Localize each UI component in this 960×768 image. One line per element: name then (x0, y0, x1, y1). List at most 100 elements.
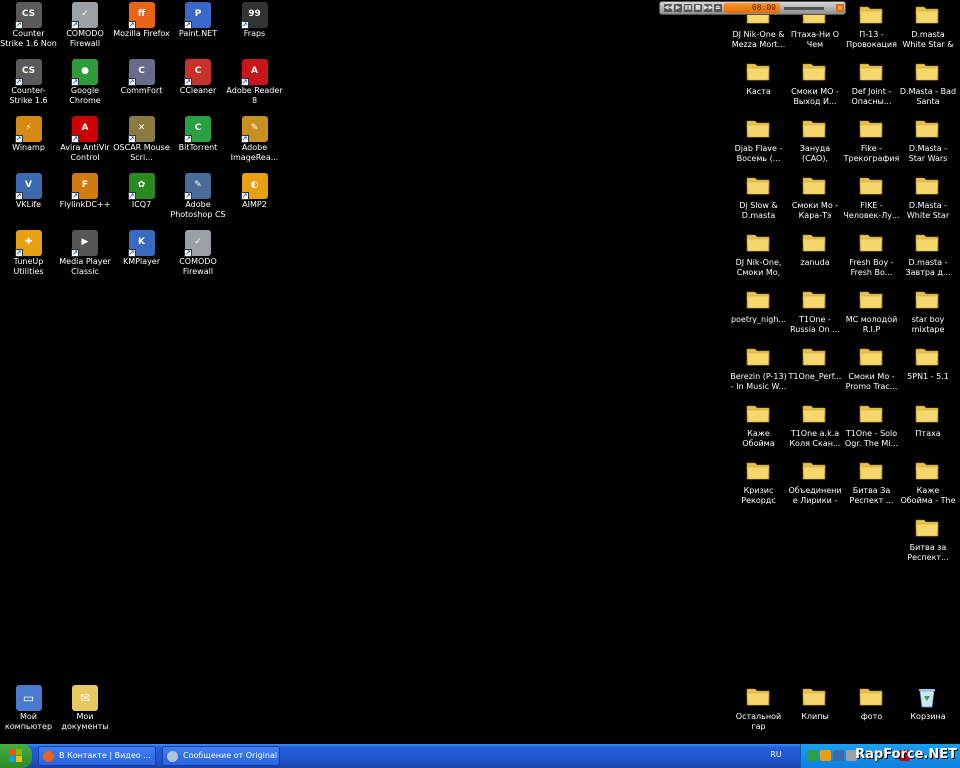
folder-item[interactable]: Def Joint - Опасны... (843, 60, 900, 107)
folder-item[interactable]: poetry_nigh... (730, 288, 787, 325)
folder-item[interactable]: star boy mixtape (900, 288, 957, 335)
desktop-icon-avira[interactable]: A↗Avira AntiVir Control Center (57, 116, 114, 163)
desktop-icon-paint[interactable]: P ↗ Paint.NET (170, 2, 227, 39)
language-indicator[interactable]: RU (768, 748, 784, 762)
desktop-icon-computer[interactable]: ▭ Мой компьютер (0, 685, 57, 732)
folder-icon (915, 348, 939, 366)
icon-label: COMODO Firewall (66, 29, 104, 48)
folder-item[interactable]: FIKE - Человек-Лу... (843, 174, 900, 221)
player-control-button[interactable]: ■ (694, 4, 702, 12)
folder-item[interactable]: Berezin (P-13) - In Music W... (730, 345, 787, 392)
folder-item[interactable]: Смоки Мо - Кара-Тэ (787, 174, 844, 221)
folder-item[interactable]: D.Masta - Bad Santa (900, 60, 957, 107)
folder-item[interactable]: Клипы (787, 685, 844, 722)
icon-label: Dj Slow & D.masta Whi... (739, 201, 778, 220)
desktop-icon-imageready[interactable]: ✎ ↗ Adobe ImageRea... (226, 116, 283, 163)
player-control-button[interactable]: ▶ (674, 4, 682, 12)
folder-item[interactable]: T1One_Perf... (787, 345, 844, 382)
desktop-icon-commfort[interactable]: C ↗ CommFort (113, 59, 170, 96)
desktop-icon-shield[interactable]: ✓ ↗ COMODO Firewall (57, 2, 114, 49)
folder-item[interactable]: Каже Обойма (730, 402, 787, 449)
desktop-icon-media-player[interactable]: ▶ ↗ Media Player Classic (57, 230, 114, 277)
icon-label: Counter-Strike 1.6 (9, 86, 48, 105)
folder-item[interactable]: T1One - Russia On ... (787, 288, 844, 335)
icon-label: П-13 - Провокация (846, 30, 897, 49)
watermark-text: RapForce.NET (855, 747, 957, 762)
desktop-icon-vklife[interactable]: V ↗ VKLife (0, 173, 57, 210)
folder-item[interactable]: Каже Обойма - The Most D... (900, 459, 957, 506)
folder-item[interactable]: Каста (730, 60, 787, 97)
shortcut-arrow-icon: ↗ (127, 21, 136, 29)
folder-item[interactable]: Смоки Мо - Promo Trac... (843, 345, 900, 392)
desktop-icon-documents[interactable]: ✉ Мои документы (57, 685, 114, 732)
desktop-icon-tuneup[interactable]: ✚ ↗ TuneUp Utilities (0, 230, 57, 277)
folder-item[interactable]: DJ Nik-One, Смоки Мо, Т... (730, 231, 787, 278)
tray-icon-aimp[interactable] (820, 750, 831, 761)
recycle-bin[interactable]: Корзина (900, 685, 957, 722)
shortcut-arrow-icon: ↗ (240, 21, 249, 29)
taskbar-button[interactable]: В Контакте | Видео ... (38, 746, 156, 766)
desktop-icon-oscar[interactable]: ✕ ↗ OSCAR Mouse Scri... (113, 116, 170, 163)
tray-icon-network[interactable] (807, 750, 818, 761)
folder-item[interactable]: Зануда (CAO), D.ma... (787, 117, 844, 164)
folder-item[interactable]: Кризис Рекордс (730, 459, 787, 506)
folder-item[interactable]: фото (843, 685, 900, 722)
desktop-icon-flylink[interactable]: F ↗ FlylinkDC++ (57, 173, 114, 210)
desktop-icon-firefox[interactable]: ff ↗ Mozilla Firefox (113, 2, 170, 39)
folder-item[interactable]: D.Masta - White Star (900, 174, 957, 221)
folder-item[interactable]: Dj Slow & D.masta Whi... (730, 174, 787, 221)
player-control-button[interactable]: ◀◀ (664, 4, 673, 12)
folder-icon (802, 688, 826, 706)
folder-icon (859, 405, 882, 423)
player-control-button[interactable]: ▮▮ (684, 4, 692, 12)
desktop-icon-cs[interactable]: CS↗Counter Strike 1.6 Non Steam (0, 2, 57, 49)
folder-item[interactable]: Djab Flave - Восемь (... (730, 117, 787, 164)
folder-item[interactable]: Fike - Трекография (843, 117, 900, 164)
desktop-icon-shield[interactable]: ✓ ↗ COMODO Firewall (170, 230, 227, 277)
folder-item[interactable]: MC молодой R.I.P (843, 288, 900, 335)
tray-icon-vk[interactable] (833, 750, 844, 761)
player-control-button[interactable]: ⏏ (714, 4, 722, 12)
desktop-icon-aimp[interactable]: ◐ ↗ AIMP2 (226, 173, 283, 210)
folder-item[interactable]: Объединение Лирики - Бе... (787, 459, 844, 506)
folder-item[interactable]: D.Masta - Star Wars (микс... (900, 117, 957, 164)
folder-item[interactable]: Смоки МО - Выход И... (787, 60, 844, 107)
desktop-icon-icq[interactable]: ✿ ↗ ICQ7 (113, 173, 170, 210)
folder-item[interactable]: D.masta - Завтра д... (900, 231, 957, 278)
desktop-icon-fraps[interactable]: 99 ↗ Fraps (226, 2, 283, 39)
folder-icon (802, 177, 826, 195)
folder-item[interactable]: T1One a.k.a Коля Скан... (787, 402, 844, 449)
desktop-icon-ccleaner[interactable]: C ↗ CCleaner (170, 59, 227, 96)
desktop-icon-adobe-reader[interactable]: A ↗ Adobe Reader 8 (226, 59, 283, 106)
shortcut-arrow-icon: ↗ (14, 78, 23, 86)
folder-icon (802, 405, 826, 423)
desktop-icon-cs[interactable]: CS ↗ Counter-Strike 1.6 (0, 59, 57, 106)
folder-icon (859, 234, 882, 252)
folder-icon (802, 63, 826, 81)
player-close-button[interactable]: × (836, 4, 844, 12)
aimp-player-bar[interactable]: 08:00 × ◀◀ ▶ ▮▮ ■ ▶▶ ⏏ (659, 1, 846, 15)
folder-item[interactable]: Битва За Респект ... (843, 459, 900, 506)
desktop-icon-kmplayer[interactable]: K ↗ KMPlayer (113, 230, 170, 267)
desktop-icon-photoshop[interactable]: ✎ ↗ Adobe Photoshop CS (170, 173, 227, 220)
taskbar-button[interactable]: Сообщение от Original (162, 746, 280, 766)
folder-item[interactable]: zanuda (787, 231, 844, 268)
folder-item[interactable]: Битва за Респект... (900, 516, 957, 563)
desktop-icon-winamp[interactable]: ⚡ ↗ Winamp (0, 116, 57, 153)
folder-item[interactable]: Птаха (900, 402, 957, 439)
folder-item[interactable]: П-13 - Провокация (843, 3, 900, 50)
folder-icon (802, 234, 826, 252)
player-volume-slider[interactable] (784, 7, 824, 10)
folder-icon (859, 462, 882, 480)
folder-item[interactable]: D.masta White Star & One ... (900, 3, 957, 50)
icon-label: Mozilla Firefox (113, 29, 170, 38)
folder-item[interactable]: T1One - Solo Ogr. The Mi... (843, 402, 900, 449)
desktop-icon-bittorrent[interactable]: C ↗ BitTorrent (170, 116, 227, 153)
player-control-button[interactable]: ▶▶ (704, 4, 713, 12)
folder-item[interactable]: Остальной гар (730, 685, 787, 732)
folder-item[interactable]: Fresh Boy - Fresh Bo... (843, 231, 900, 278)
desktop-icon-chrome[interactable]: ● ↗ Google Chrome (57, 59, 114, 106)
icon-label: Adobe ImageRea... (230, 143, 279, 162)
folder-item[interactable]: 5PN1 - 5.1 (900, 345, 957, 382)
start-button[interactable] (0, 744, 32, 768)
